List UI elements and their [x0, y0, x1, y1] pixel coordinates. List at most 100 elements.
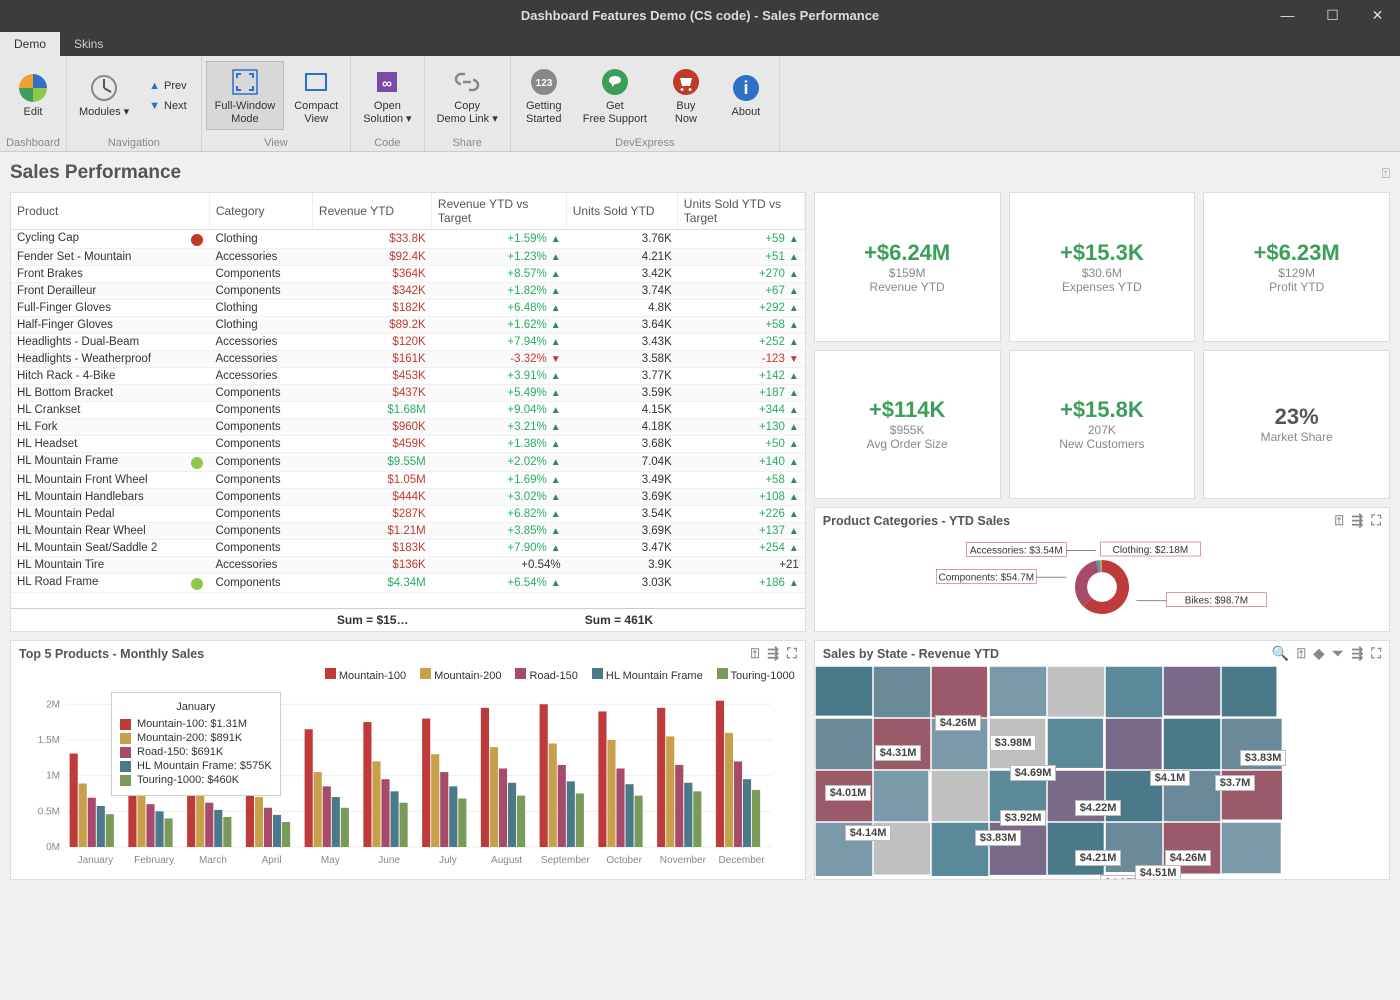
pie-slice[interactable]: [1075, 561, 1099, 607]
table-row[interactable]: HL Mountain Rear WheelComponents$1.21M+3…: [11, 523, 805, 540]
table-row[interactable]: Half-Finger GlovesClothing$89.2K+1.62%3.…: [11, 317, 805, 334]
bar[interactable]: [205, 803, 213, 847]
bar[interactable]: [137, 791, 145, 847]
bar[interactable]: [165, 818, 173, 847]
ribbon-full-window-mode[interactable]: Full-WindowMode: [206, 61, 285, 129]
ribbon-modules[interactable]: Modules ▾: [71, 68, 137, 122]
col-header[interactable]: Category: [209, 193, 312, 230]
export-icon[interactable]: ⍐: [1297, 645, 1305, 662]
ribbon-edit[interactable]: Edit: [4, 68, 62, 122]
layers-icon[interactable]: ◆: [1313, 645, 1324, 662]
maximize-icon[interactable]: ⛶: [787, 645, 797, 662]
col-header[interactable]: Units Sold YTD vs Target: [677, 193, 804, 230]
bar[interactable]: [693, 791, 701, 847]
bar[interactable]: [273, 815, 281, 847]
table-row[interactable]: HL ForkComponents$960K+3.21%4.18K+130: [11, 419, 805, 436]
kpi-card-market-share[interactable]: 23%Market Share: [1203, 350, 1390, 500]
multiselect-icon[interactable]: ⇶: [767, 645, 779, 662]
maximize-button[interactable]: ☐: [1310, 0, 1355, 30]
map-state[interactable]: [1105, 718, 1162, 774]
map-state[interactable]: [815, 718, 877, 772]
table-row[interactable]: HL HeadsetComponents$459K+1.38%3.68K+50: [11, 436, 805, 453]
table-row[interactable]: HL Mountain Front WheelComponents$1.05M+…: [11, 472, 805, 489]
table-row[interactable]: Front DerailleurComponents$342K+1.82%3.7…: [11, 283, 805, 300]
col-header[interactable]: Revenue YTD: [312, 193, 431, 230]
ribbon-buy-now[interactable]: BuyNow: [657, 62, 715, 128]
bar[interactable]: [716, 701, 724, 847]
table-row[interactable]: Headlights - Dual-BeamAccessories$120K+7…: [11, 334, 805, 351]
ribbon-next[interactable]: ▼ Next: [143, 98, 193, 114]
bar[interactable]: [508, 783, 516, 847]
bar[interactable]: [458, 798, 466, 847]
maximize-icon[interactable]: ⛶: [1371, 645, 1381, 662]
bar[interactable]: [616, 769, 624, 848]
tab-skins[interactable]: Skins: [60, 32, 117, 56]
map-state[interactable]: [873, 770, 929, 826]
search-icon[interactable]: 🔍: [1272, 645, 1289, 662]
table-row[interactable]: HL Mountain HandlebarsComponents$444K+3.…: [11, 489, 805, 506]
bar[interactable]: [558, 765, 566, 847]
bar[interactable]: [422, 719, 430, 847]
ribbon-open-solution[interactable]: ∞OpenSolution ▾: [355, 62, 419, 128]
bar[interactable]: [88, 798, 96, 847]
kpi-card-revenue-ytd[interactable]: +$6.24M$159MRevenue YTD: [814, 192, 1001, 342]
bar[interactable]: [540, 704, 548, 847]
minimize-button[interactable]: —: [1265, 0, 1310, 30]
tab-demo[interactable]: Demo: [0, 32, 60, 56]
bar[interactable]: [106, 814, 114, 847]
bar[interactable]: [155, 811, 163, 847]
bar[interactable]: [332, 797, 340, 847]
map-state[interactable]: [1163, 666, 1222, 716]
kpi-card-profit-ytd[interactable]: +$6.23M$129MProfit YTD: [1203, 192, 1390, 342]
map-state[interactable]: [1163, 718, 1222, 774]
kpi-card-new-customers[interactable]: +$15.8K207KNew Customers: [1009, 350, 1196, 500]
col-header[interactable]: Revenue YTD vs Target: [431, 193, 566, 230]
multiselect-icon[interactable]: ⇶: [1351, 512, 1363, 529]
ribbon-compact-view[interactable]: CompactView: [286, 62, 346, 128]
bar[interactable]: [675, 765, 683, 847]
bar[interactable]: [684, 783, 692, 847]
table-row[interactable]: HL Mountain Seat/Saddle 2Components$183K…: [11, 540, 805, 557]
bar[interactable]: [567, 781, 575, 847]
bar[interactable]: [97, 806, 105, 847]
bar[interactable]: [657, 708, 665, 847]
filter-icon[interactable]: ⏷: [1332, 645, 1343, 662]
export-icon[interactable]: ⍐: [751, 645, 759, 662]
bar[interactable]: [734, 761, 742, 847]
bar[interactable]: [146, 804, 154, 847]
export-icon[interactable]: ⍐: [1382, 165, 1390, 182]
bar[interactable]: [576, 793, 584, 847]
table-row[interactable]: Hitch Rack - 4-BikeAccessories$453K+3.91…: [11, 368, 805, 385]
bar[interactable]: [752, 790, 760, 847]
bar[interactable]: [214, 810, 222, 847]
table-row[interactable]: Front BrakesComponents$364K+8.57%3.42K+2…: [11, 266, 805, 283]
table-row[interactable]: HL Mountain PedalComponents$287K+6.82%3.…: [11, 506, 805, 523]
table-row[interactable]: Headlights - WeatherproofAccessories$161…: [11, 351, 805, 368]
bar[interactable]: [372, 761, 380, 847]
bar[interactable]: [625, 784, 633, 847]
bar[interactable]: [255, 797, 263, 847]
bar[interactable]: [305, 729, 313, 847]
col-header[interactable]: Product: [11, 193, 209, 230]
kpi-card-avg-order-size[interactable]: +$114K$955KAvg Order Size: [814, 350, 1001, 500]
map-state[interactable]: [873, 666, 933, 721]
ribbon-get-free-support[interactable]: GetFree Support: [575, 62, 655, 128]
bar[interactable]: [223, 817, 231, 847]
bar[interactable]: [264, 808, 272, 847]
bar[interactable]: [725, 733, 733, 847]
bar[interactable]: [381, 779, 389, 847]
table-row[interactable]: HL CranksetComponents$1.68M+9.04%4.15K+3…: [11, 402, 805, 419]
export-icon[interactable]: ⍐: [1335, 512, 1343, 529]
table-row[interactable]: Full-Finger GlovesClothing$182K+6.48%4.8…: [11, 300, 805, 317]
bar[interactable]: [431, 754, 439, 847]
ribbon-about[interactable]: iAbout: [717, 68, 775, 122]
map-state[interactable]: [1105, 666, 1164, 720]
bar[interactable]: [79, 783, 87, 847]
map-state[interactable]: [1047, 822, 1104, 875]
bar[interactable]: [549, 744, 557, 847]
bar[interactable]: [400, 803, 408, 847]
bar[interactable]: [598, 711, 606, 847]
kpi-card-expenses-ytd[interactable]: +$15.3K$30.6MExpenses YTD: [1009, 192, 1196, 342]
map-state[interactable]: [931, 666, 988, 721]
table-row[interactable]: Cycling CapClothing$33.8K+1.59%3.76K+59: [11, 230, 805, 249]
